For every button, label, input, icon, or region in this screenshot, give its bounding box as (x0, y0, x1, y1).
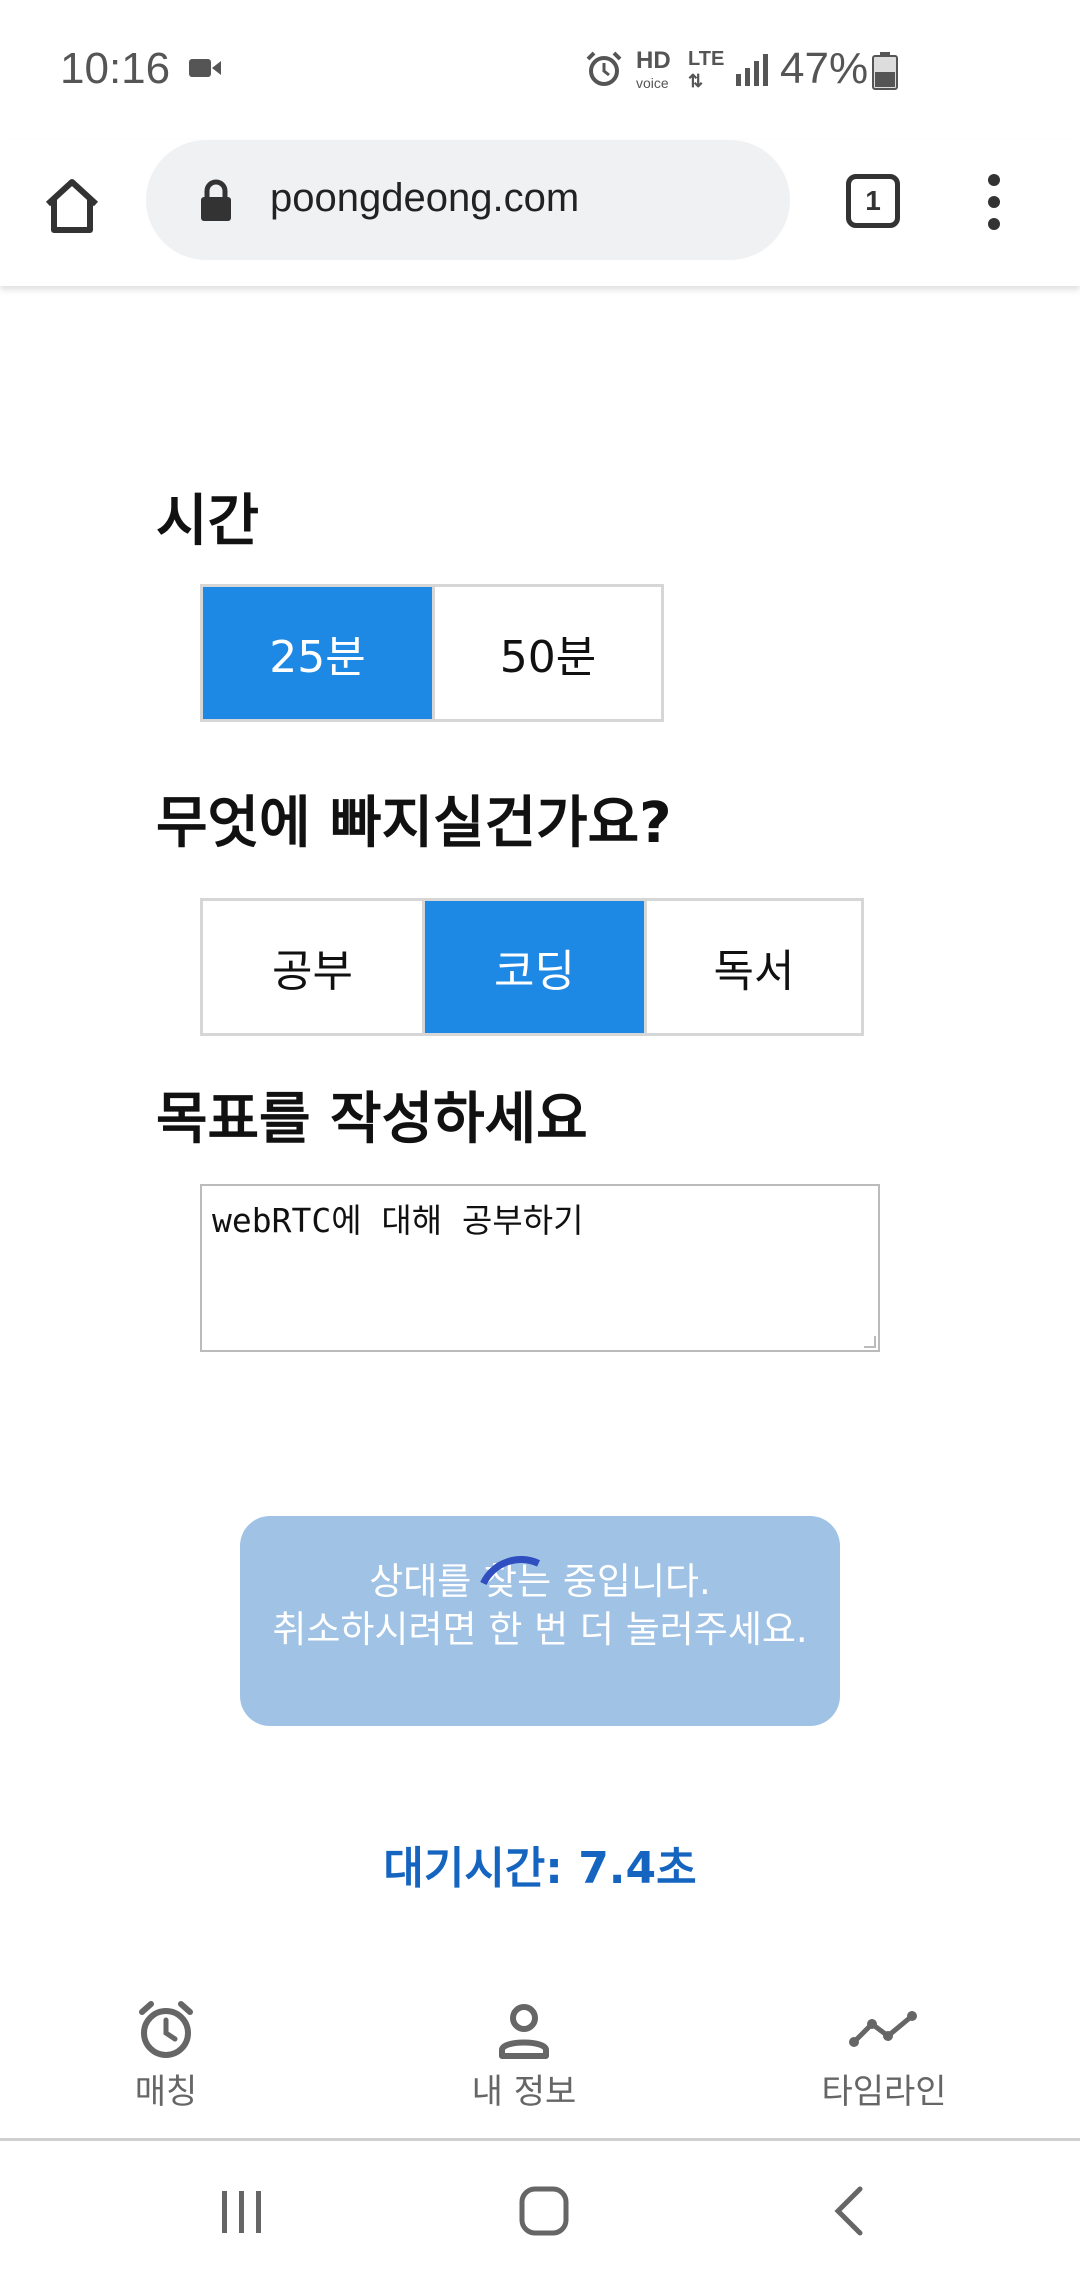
wait-time-text: 대기시간: 7.4초 (383, 1843, 697, 1894)
battery-icon (872, 52, 898, 94)
alarm-clock-icon (139, 2001, 193, 2058)
resize-handle[interactable] (864, 1336, 876, 1348)
lock-icon (198, 178, 234, 226)
time-option-50[interactable]: 50분 (435, 587, 661, 719)
video-call-icon (188, 56, 222, 84)
activity-section-title: 무엇에 빠지실건가요? (156, 791, 672, 856)
voice-label: voice (636, 75, 669, 91)
activity-option-reading[interactable]: 독서 (647, 901, 861, 1033)
lte-label: LTE (688, 48, 725, 70)
activity-option-study[interactable]: 공부 (203, 901, 425, 1033)
menu-dot (988, 196, 1000, 208)
battery-percent: 47% (780, 44, 869, 93)
goal-text: webRTC에 대해 공부하기 (212, 1201, 584, 1240)
recent-apps-button[interactable] (218, 2187, 266, 2241)
nav-my-info-label: 내 정보 (471, 2072, 577, 2112)
back-button[interactable] (828, 2185, 868, 2241)
menu-dot (988, 218, 1000, 230)
menu-dot (988, 174, 1000, 186)
nav-my-info[interactable]: 내 정보 (414, 1990, 634, 2113)
home-icon (45, 179, 99, 233)
address-bar[interactable]: poongdeong.com (146, 140, 790, 260)
match-cancel-button[interactable]: 상대를 찾는 중입니다. 취소하시려면 한 번 더 눌러주세요. (240, 1516, 840, 1726)
time-option-25[interactable]: 25분 (203, 587, 435, 719)
time-selector: 25분 50분 (200, 584, 664, 722)
hd-label: HD (636, 47, 671, 74)
goal-textarea[interactable]: webRTC에 대해 공부하기 (200, 1184, 880, 1352)
nav-timeline[interactable]: 타임라인 (774, 1990, 994, 2113)
tab-switcher-button[interactable]: 1 (846, 174, 900, 228)
nav-matching[interactable]: 매칭 (56, 1990, 276, 2113)
hd-voice-indicator: HD voice (636, 47, 671, 94)
system-home-icon (519, 2186, 569, 2236)
status-time: 10:16 (60, 44, 171, 93)
system-navigation-bar (0, 2141, 1080, 2280)
signal-icon (734, 52, 770, 90)
status-bar: 10:16 HD voice LTE ⇅ 47% (0, 0, 1080, 140)
person-icon (499, 2004, 549, 2059)
nav-matching-label: 매칭 (134, 2072, 198, 2112)
more-menu-button[interactable] (982, 174, 1006, 234)
line-chart-icon (849, 2011, 917, 2047)
lte-indicator: LTE ⇅ (688, 48, 725, 91)
back-chevron-icon (834, 2186, 863, 2236)
system-home-button[interactable] (518, 2185, 570, 2241)
activity-selector: 공부 코딩 독서 (200, 898, 864, 1036)
goal-section-title: 목표를 작성하세요 (156, 1087, 588, 1152)
alarm-icon (584, 50, 624, 94)
browser-toolbar: poongdeong.com 1 (0, 140, 1080, 286)
recent-apps-icon (222, 2191, 261, 2233)
home-button[interactable] (36, 170, 108, 242)
activity-option-coding[interactable]: 코딩 (425, 901, 647, 1033)
nav-timeline-label: 타임라인 (821, 2072, 947, 2112)
url-text: poongdeong.com (270, 176, 580, 220)
bottom-navigation: 매칭 내 정보 타임라인 (0, 1990, 1080, 2141)
time-section-title: 시간 (156, 489, 260, 554)
